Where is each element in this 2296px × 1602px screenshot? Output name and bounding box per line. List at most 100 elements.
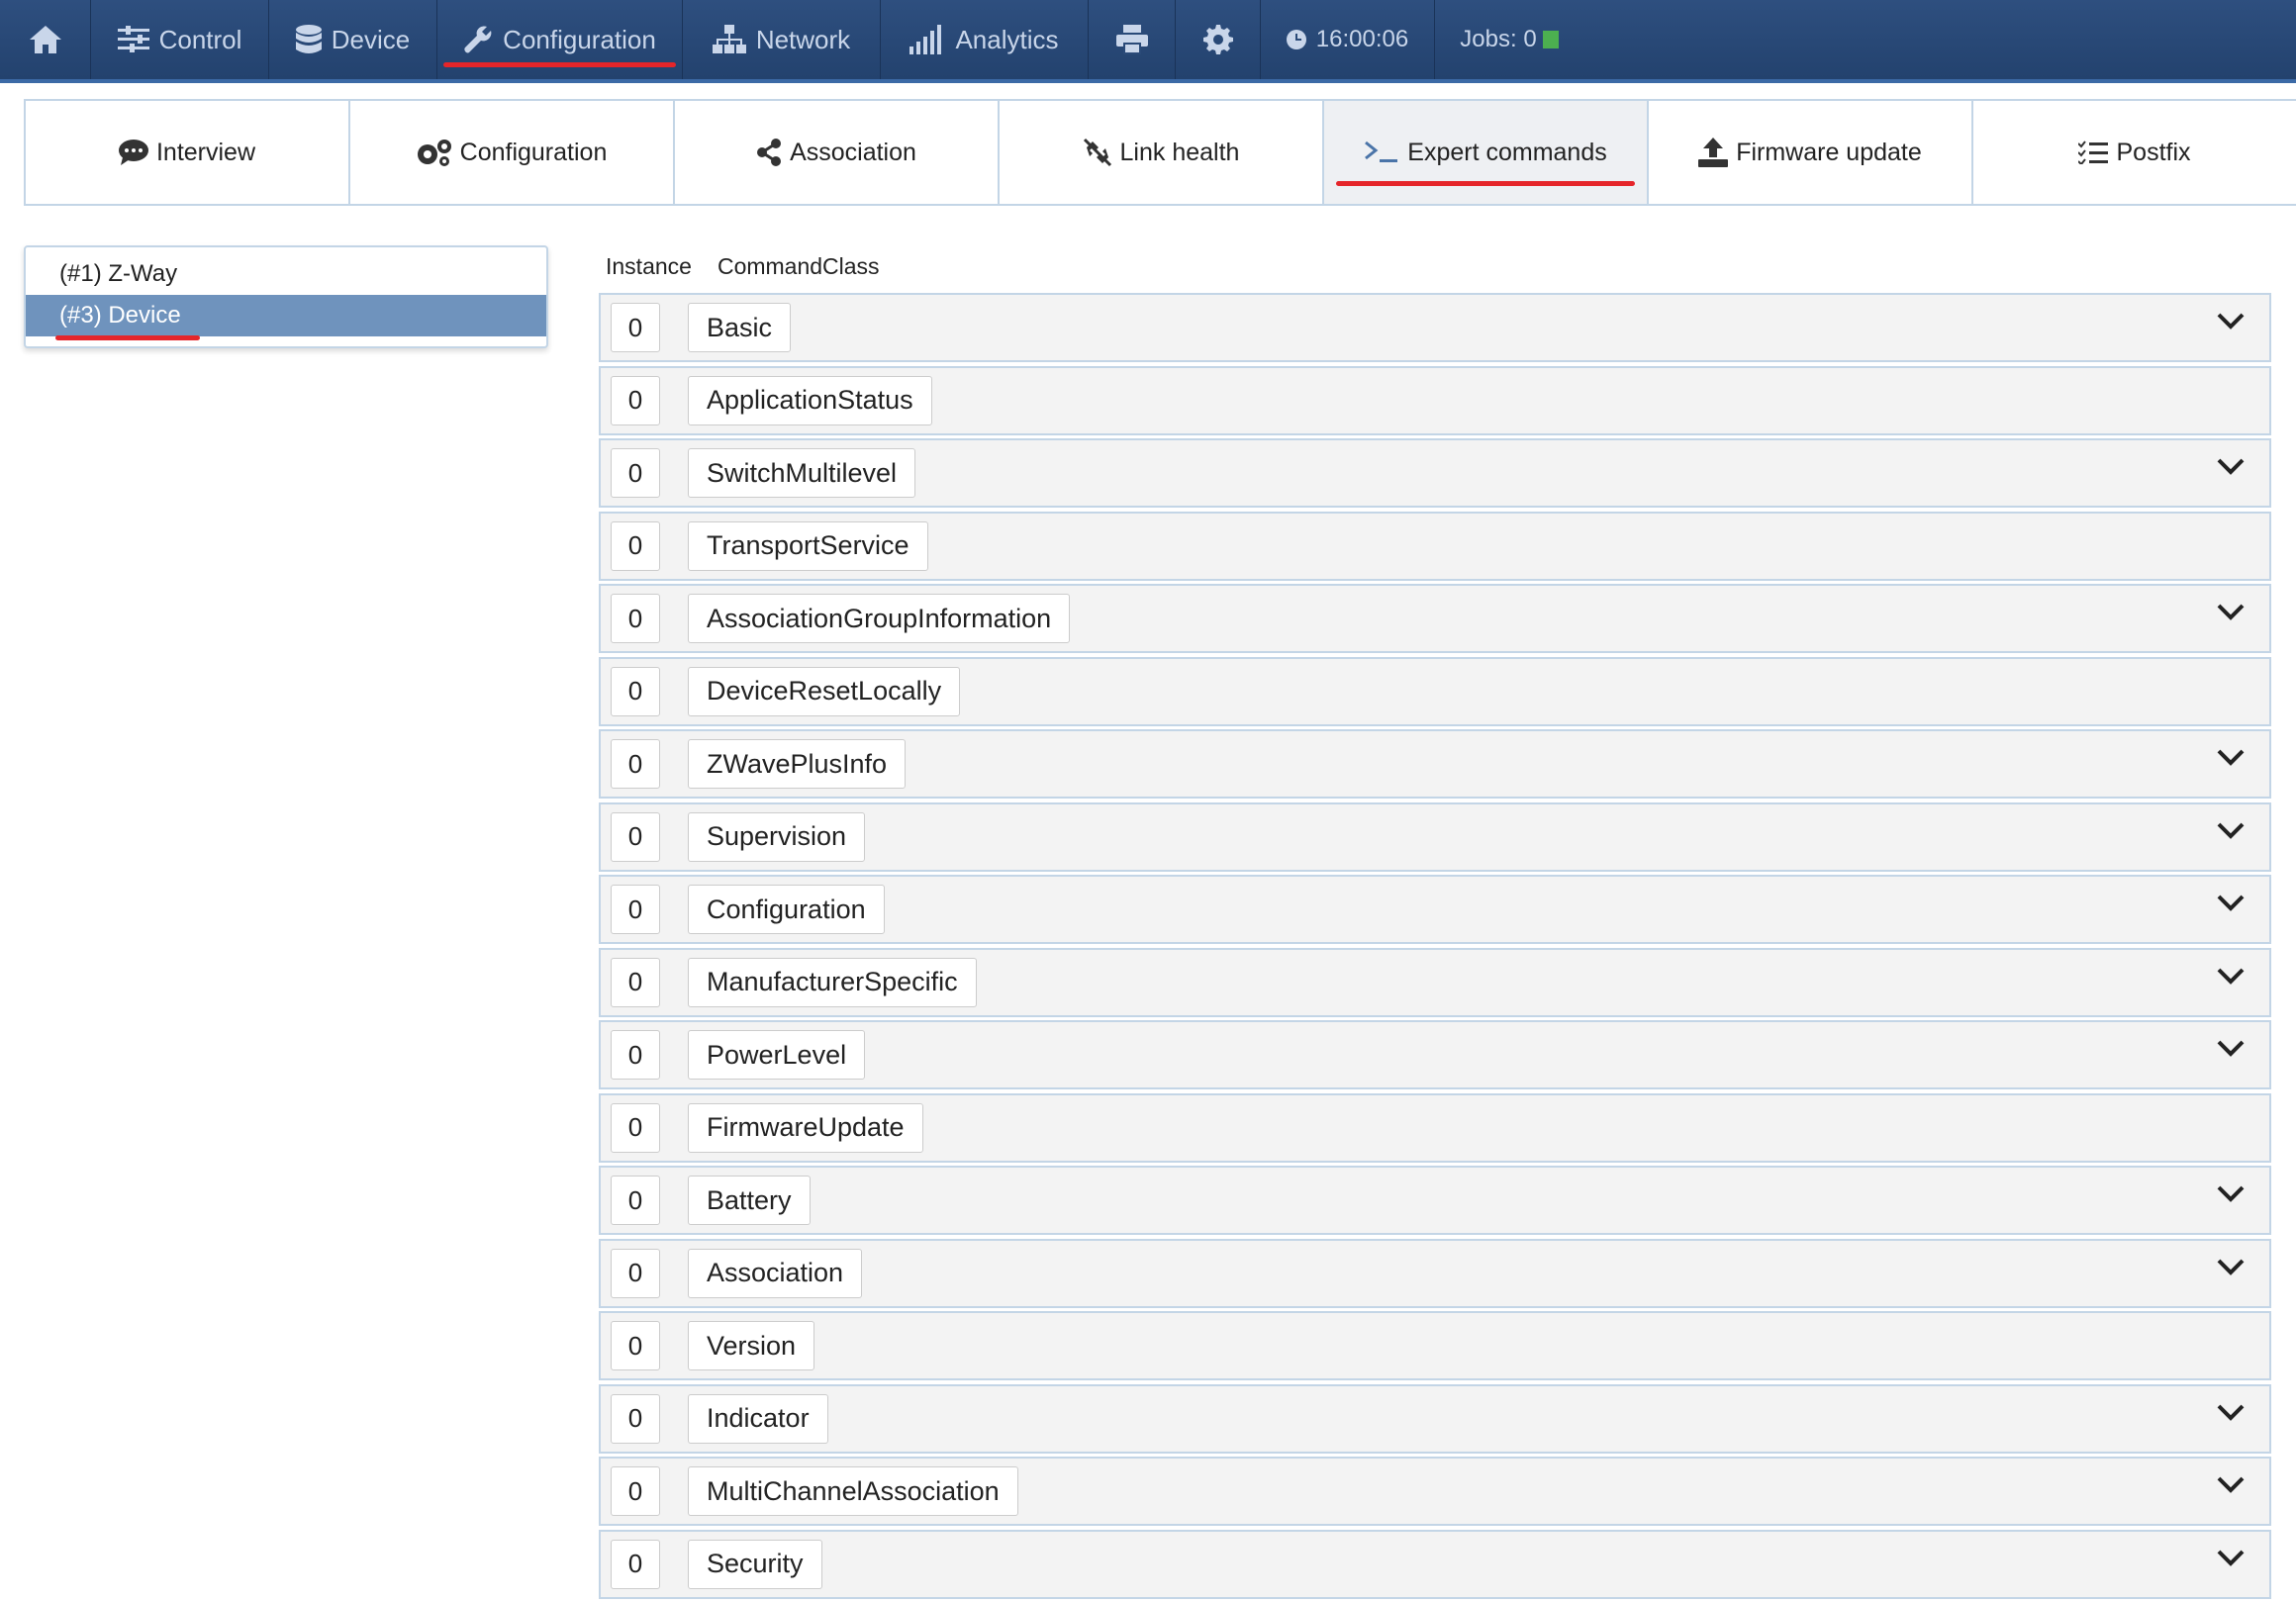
chevron-down-icon[interactable] — [2216, 967, 2246, 991]
gear-icon — [1202, 25, 1233, 54]
tab-configuration-label: Configuration — [459, 138, 608, 166]
nav-configuration-label: Configuration — [503, 24, 656, 54]
command-class-name: Association — [688, 1248, 863, 1298]
nav-analytics-label: Analytics — [955, 24, 1059, 54]
device-item-zway[interactable]: (#1) Z-Way — [26, 253, 546, 295]
instance-value: 0 — [611, 1176, 660, 1225]
command-class-row[interactable]: 0 Configuration — [599, 875, 2271, 944]
command-class-name: SwitchMultilevel — [688, 448, 916, 498]
tab-expert-commands[interactable]: Expert commands — [1322, 99, 1649, 206]
command-class-row[interactable]: 0 Supervision — [599, 801, 2271, 872]
nav-network[interactable]: Network — [683, 0, 881, 79]
command-class-row[interactable]: 0 MultiChannelAssociation — [599, 1457, 2271, 1526]
clock-display: 16:00:06 — [1261, 0, 1435, 79]
device-label: (#3) Device — [59, 302, 181, 329]
command-class-list: 0 Basic 0 ApplicationStatus 0 SwitchMultileve… — [599, 293, 2271, 1602]
command-class-row[interactable]: 0 Basic — [599, 293, 2271, 362]
instance-value: 0 — [611, 448, 660, 498]
tab-expert-commands-label: Expert commands — [1407, 138, 1607, 166]
chevron-down-icon[interactable] — [2216, 1403, 2246, 1428]
print-icon — [1115, 25, 1148, 54]
settings-button[interactable] — [1176, 0, 1261, 79]
home-icon — [29, 26, 61, 53]
upload-icon — [1698, 138, 1729, 167]
instance-value: 0 — [611, 1102, 660, 1153]
command-class-name: ZWavePlusInfo — [688, 739, 907, 789]
device-label: (#1) Z-Way — [59, 260, 178, 287]
command-class-row[interactable]: 0 FirmwareUpdate — [599, 1092, 2271, 1163]
terminal-icon — [1365, 141, 1398, 162]
print-button[interactable] — [1089, 0, 1176, 79]
home-button[interactable] — [0, 0, 91, 79]
tab-interview[interactable]: Interview — [24, 99, 350, 206]
instance-value: 0 — [611, 666, 660, 716]
device-list: (#1) Z-Way (#3) Device — [24, 245, 548, 348]
share-icon — [757, 139, 782, 166]
tab-association[interactable]: Association — [673, 99, 1000, 206]
tab-association-label: Association — [790, 138, 916, 166]
command-class-row[interactable]: 0 ZWavePlusInfo — [599, 729, 2271, 799]
chevron-down-icon[interactable] — [2216, 1549, 2246, 1573]
jobs-label: Jobs: 0 — [1460, 26, 1537, 52]
command-class-name: TransportService — [688, 520, 928, 571]
command-class-row[interactable]: 0 Association — [599, 1238, 2271, 1308]
chevron-down-icon[interactable] — [2216, 312, 2246, 336]
network-icon — [712, 25, 746, 53]
command-class-row[interactable]: 0 PowerLevel — [599, 1020, 2271, 1089]
wrench-icon — [464, 26, 492, 53]
command-class-row[interactable]: 0 SwitchMultilevel — [599, 438, 2271, 508]
instance-value: 0 — [611, 957, 660, 1007]
command-class-row[interactable]: 0 Battery — [599, 1166, 2271, 1235]
nav-network-label: Network — [755, 24, 851, 54]
command-class-row[interactable]: 0 AssociationGroupInformation — [599, 584, 2271, 653]
active-underline — [1336, 181, 1635, 186]
command-class-name: Indicator — [688, 1393, 828, 1444]
instance-value: 0 — [611, 520, 660, 571]
tab-firmware-update[interactable]: Firmware update — [1647, 99, 1973, 206]
chevron-down-icon[interactable] — [2216, 603, 2246, 627]
tab-configuration[interactable]: Configuration — [348, 99, 675, 206]
chevron-down-icon[interactable] — [2216, 1258, 2246, 1282]
tab-link-health-label: Link health — [1119, 138, 1240, 166]
tab-link-health[interactable]: Link health — [998, 99, 1324, 206]
checklist-icon — [2078, 141, 2109, 164]
chevron-down-icon[interactable] — [2216, 1475, 2246, 1500]
database-icon — [295, 25, 322, 53]
command-class-row[interactable]: 0 ManufacturerSpecific — [599, 947, 2271, 1017]
instance-value: 0 — [611, 1248, 660, 1298]
column-header-instance: Instance — [606, 253, 692, 279]
command-class-row[interactable]: 0 Indicator — [599, 1383, 2271, 1454]
tab-postfix[interactable]: Postfix — [1971, 99, 2296, 206]
instance-value: 0 — [611, 1466, 660, 1516]
device-item-device[interactable]: (#3) Device — [26, 295, 546, 340]
command-class-name: MultiChannelAssociation — [688, 1466, 1018, 1516]
command-class-row[interactable]: 0 ApplicationStatus — [599, 365, 2271, 435]
command-class-row[interactable]: 0 TransportService — [599, 511, 2271, 581]
chat-bubble-icon — [118, 140, 148, 165]
chevron-down-icon[interactable] — [2216, 748, 2246, 773]
command-class-row[interactable]: 0 Version — [599, 1311, 2271, 1380]
command-class-row[interactable]: 0 DeviceResetLocally — [599, 656, 2271, 726]
nav-analytics[interactable]: Analytics — [881, 0, 1089, 79]
nav-configuration[interactable]: Configuration — [437, 0, 683, 79]
chevron-down-icon[interactable] — [2216, 894, 2246, 918]
tab-postfix-label: Postfix — [2116, 138, 2191, 166]
command-class-row[interactable]: 0 Security — [599, 1529, 2271, 1599]
command-class-name: PowerLevel — [688, 1030, 866, 1080]
jobs-status[interactable]: Jobs: 0 — [1435, 0, 1583, 79]
nav-device[interactable]: Device — [269, 0, 437, 79]
chevron-down-icon[interactable] — [2216, 1184, 2246, 1209]
instance-value: 0 — [611, 303, 660, 352]
chevron-down-icon[interactable] — [2216, 1039, 2246, 1064]
nav-device-label: Device — [331, 24, 411, 54]
command-class-name: Version — [688, 1321, 815, 1370]
command-class-name: DeviceResetLocally — [688, 666, 961, 716]
selection-underline — [55, 335, 200, 340]
nav-control[interactable]: Control — [91, 0, 269, 79]
chevron-down-icon[interactable] — [2216, 457, 2246, 482]
clock-icon — [1286, 30, 1306, 49]
chevron-down-icon[interactable] — [2216, 821, 2246, 846]
command-class-name: AssociationGroupInformation — [688, 594, 1071, 643]
instance-value: 0 — [611, 1393, 660, 1444]
instance-value: 0 — [611, 594, 660, 643]
